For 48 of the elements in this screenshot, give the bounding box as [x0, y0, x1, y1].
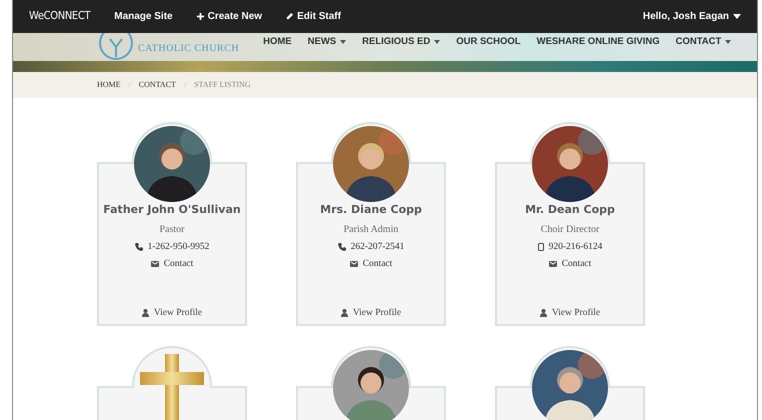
admin-link[interactable]: Edit Staff — [286, 9, 341, 24]
staff-role: Choir Director — [540, 222, 600, 236]
phone-icon — [134, 242, 143, 251]
caret-icon — [340, 40, 346, 44]
nav-link[interactable]: CONTACT — [676, 35, 732, 50]
view-profile-link[interactable]: View Profile — [540, 306, 600, 320]
logo-text: CATHOLIC CHURCH — [138, 42, 240, 56]
nav-link[interactable]: WESHARE ONLINE GIVING — [536, 35, 660, 50]
breadcrumb-separator: / — [184, 79, 186, 91]
staff-role: Parish Admin — [344, 222, 398, 236]
person-icon — [340, 308, 348, 317]
caret-icon — [725, 40, 732, 44]
view-profile-link[interactable]: View Profile — [142, 306, 202, 320]
plus-icon — [196, 13, 204, 20]
breadcrumb-separator: / — [128, 79, 131, 91]
breadcrumb-current: STAFF LISTING — [194, 79, 251, 91]
view-profile-link[interactable]: View Profile — [340, 306, 402, 320]
contact-link[interactable]: Contact — [164, 256, 194, 271]
breadcrumb-link[interactable]: CONTACT — [138, 79, 176, 91]
envelope-icon — [548, 260, 557, 267]
person-icon — [142, 308, 149, 317]
contact-link[interactable]: Contact — [362, 256, 392, 271]
caret-icon — [434, 40, 440, 44]
user-menu[interactable]: Hello, Josh Eagan — [642, 9, 741, 24]
staff-role: Pastor — [160, 222, 184, 236]
admin-link[interactable]: Manage Site — [114, 9, 173, 24]
phone-number: 920-216-6124 — [548, 240, 602, 254]
church-logo-icon — [98, 33, 134, 63]
nav-link[interactable]: OUR SCHOOL — [456, 35, 521, 50]
nav-link[interactable]: HOME — [263, 35, 292, 50]
breadcrumb-link[interactable]: HOME — [97, 79, 121, 91]
brand-logo[interactable]: WeCONNECT — [29, 8, 90, 25]
envelope-icon — [350, 260, 358, 267]
nav-link[interactable]: NEWS — [308, 35, 346, 50]
person-icon — [540, 308, 547, 317]
staff-name: Mr. Dean Copp — [525, 202, 615, 218]
caret-icon — [733, 14, 741, 19]
mobile-phone-icon — [538, 242, 544, 251]
admin-link[interactable]: Create New — [196, 9, 262, 24]
envelope-icon — [150, 260, 159, 267]
staff-name: Mrs. Diane Copp — [320, 202, 422, 218]
phone-icon — [338, 242, 346, 251]
contact-link[interactable]: Contact — [562, 256, 592, 271]
pencil-icon — [286, 13, 294, 20]
phone-number: 262-207-2541 — [350, 240, 404, 254]
phone-number: 1-262-950-9952 — [148, 240, 210, 254]
staff-name: Father John O'Sullivan — [103, 202, 241, 218]
nav-link[interactable]: RELIGIOUS ED — [362, 35, 440, 50]
